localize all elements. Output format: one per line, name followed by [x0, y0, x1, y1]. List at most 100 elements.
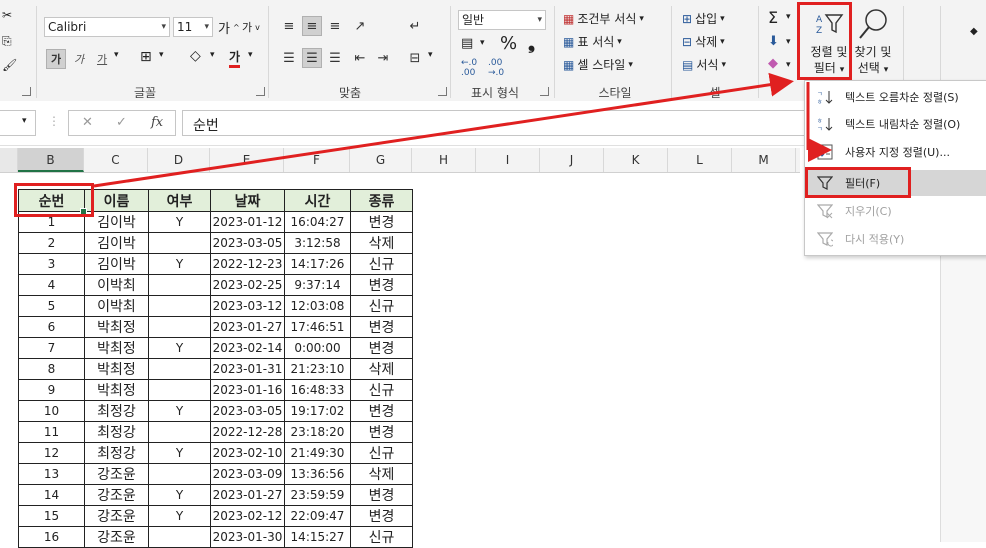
cell-kind[interactable]: 변경: [350, 400, 413, 422]
cell-flag[interactable]: [148, 316, 211, 338]
cell-kind[interactable]: 변경: [350, 211, 413, 233]
orientation-icon[interactable]: ↗: [350, 16, 370, 36]
chevron-down-icon[interactable]: ▾: [210, 50, 215, 60]
chevron-down-icon[interactable]: ▾: [786, 12, 791, 22]
cut-icon[interactable]: ✂: [2, 8, 12, 22]
cell-no[interactable]: 16: [18, 526, 85, 548]
cell-name[interactable]: 최정강: [84, 442, 149, 464]
cell-flag[interactable]: Y: [148, 337, 211, 359]
italic-button[interactable]: 가: [74, 51, 84, 67]
merge-center-icon[interactable]: ⊟: [405, 48, 425, 68]
cell-name[interactable]: 최정강: [84, 421, 149, 443]
cell-no[interactable]: 5: [18, 295, 85, 317]
cell-flag[interactable]: [148, 358, 211, 380]
currency-icon[interactable]: ▤: [461, 36, 473, 51]
insert-cells-button[interactable]: ⊞ 삽입 ▾: [682, 10, 725, 27]
cell-time[interactable]: 17:46:51: [284, 316, 351, 338]
cell-kind[interactable]: 변경: [350, 484, 413, 506]
ribbon-scroll-icon[interactable]: ◆: [970, 26, 978, 37]
name-box[interactable]: ▾: [0, 110, 36, 136]
cell-kind[interactable]: 신규: [350, 253, 413, 275]
cell-flag[interactable]: Y: [148, 484, 211, 506]
cell-date[interactable]: 2023-01-27: [210, 316, 285, 338]
menu-item-clear[interactable]: 지우기(C): [805, 198, 986, 224]
comma-button[interactable]: ❟: [528, 33, 535, 54]
cell-flag[interactable]: [148, 232, 211, 254]
align-middle-icon[interactable]: ≡: [302, 16, 322, 36]
menu-item-reapply[interactable]: 다시 적용(Y): [805, 226, 986, 252]
chevron-down-icon[interactable]: ▾: [248, 50, 253, 60]
cell-no[interactable]: 10: [18, 400, 85, 422]
cell-style-button[interactable]: ▦ 셀 스타일 ▾: [563, 56, 633, 73]
cell-name[interactable]: 박최정: [84, 337, 149, 359]
cell-no[interactable]: 6: [18, 316, 85, 338]
cell-date[interactable]: 2023-03-05: [210, 400, 285, 422]
cell-date[interactable]: 2023-02-25: [210, 274, 285, 296]
cell-kind[interactable]: 삭제: [350, 463, 413, 485]
font-launcher-icon[interactable]: [256, 87, 265, 96]
border-icon[interactable]: ⊞: [140, 49, 152, 65]
cell-kind[interactable]: 삭제: [350, 232, 413, 254]
cell-flag[interactable]: Y: [148, 505, 211, 527]
font-color-icon[interactable]: 가: [229, 48, 241, 68]
bold-button[interactable]: 가: [46, 49, 66, 69]
cell-name[interactable]: 박최정: [84, 316, 149, 338]
cell-flag[interactable]: [148, 463, 211, 485]
underline-button[interactable]: 가: [97, 51, 107, 67]
column-header-f[interactable]: F: [284, 148, 350, 172]
cell-date[interactable]: 2022-12-23: [210, 253, 285, 275]
column-header-j[interactable]: J: [540, 148, 604, 172]
cell-kind[interactable]: 신규: [350, 442, 413, 464]
cell-no[interactable]: 15: [18, 505, 85, 527]
cell-no[interactable]: 12: [18, 442, 85, 464]
enter-icon[interactable]: ✓: [116, 115, 127, 130]
cell-no[interactable]: 8: [18, 358, 85, 380]
fill-down-icon[interactable]: ⬇: [768, 34, 779, 49]
cell-flag[interactable]: [148, 526, 211, 548]
cell-date[interactable]: 2023-01-12: [210, 211, 285, 233]
cell-kind[interactable]: 변경: [350, 421, 413, 443]
column-header-k[interactable]: K: [604, 148, 668, 172]
menu-item-custom-sort[interactable]: 사용자 지정 정렬(U)...: [805, 139, 986, 165]
cell-kind[interactable]: 신규: [350, 379, 413, 401]
format-painter-icon[interactable]: 🖌: [2, 58, 17, 72]
cell-name[interactable]: 김이박: [84, 253, 149, 275]
column-header-l[interactable]: L: [668, 148, 732, 172]
table-header-flag[interactable]: 여부: [148, 189, 211, 212]
cell-no[interactable]: 7: [18, 337, 85, 359]
align-right-icon[interactable]: ☰: [325, 48, 345, 68]
increase-indent-icon[interactable]: ⇥: [373, 48, 393, 68]
find-select-button[interactable]: 찾기 및 선택 ▾: [850, 4, 896, 80]
cell-time[interactable]: 22:09:47: [284, 505, 351, 527]
chevron-down-icon[interactable]: ▾: [114, 50, 119, 60]
select-all-corner[interactable]: [0, 148, 18, 172]
cell-time[interactable]: 21:23:10: [284, 358, 351, 380]
chevron-down-icon[interactable]: ▾: [480, 38, 485, 48]
cell-name[interactable]: 이박최: [84, 295, 149, 317]
chevron-down-icon[interactable]: ▾: [428, 50, 433, 60]
cell-name[interactable]: 강조윤: [84, 484, 149, 506]
column-header-m[interactable]: M: [732, 148, 796, 172]
autosum-icon[interactable]: Σ: [768, 8, 778, 27]
cell-flag[interactable]: [148, 421, 211, 443]
cell-date[interactable]: 2022-12-28: [210, 421, 285, 443]
cell-no[interactable]: 11: [18, 421, 85, 443]
conditional-format-button[interactable]: ▦ 조건부 서식 ▾: [563, 10, 644, 27]
cell-name[interactable]: 강조윤: [84, 526, 149, 548]
column-header-c[interactable]: C: [84, 148, 148, 172]
decrease-indent-icon[interactable]: ⇤: [350, 48, 370, 68]
decrease-decimal-button[interactable]: .00 →.0: [488, 58, 504, 78]
cell-no[interactable]: 9: [18, 379, 85, 401]
cell-time[interactable]: 23:18:20: [284, 421, 351, 443]
cell-no[interactable]: 2: [18, 232, 85, 254]
chevron-down-icon[interactable]: ▾: [786, 37, 791, 47]
cell-time[interactable]: 21:49:30: [284, 442, 351, 464]
font-size-combo[interactable]: 11 ▾: [173, 17, 213, 37]
cell-name[interactable]: 강조윤: [84, 505, 149, 527]
cell-kind[interactable]: 삭제: [350, 358, 413, 380]
fill-color-icon[interactable]: ◇: [190, 48, 201, 64]
cell-date[interactable]: 2023-02-12: [210, 505, 285, 527]
align-bottom-icon[interactable]: ≡: [325, 16, 345, 36]
chevron-down-icon[interactable]: ▾: [159, 50, 164, 60]
cell-time[interactable]: 16:48:33: [284, 379, 351, 401]
